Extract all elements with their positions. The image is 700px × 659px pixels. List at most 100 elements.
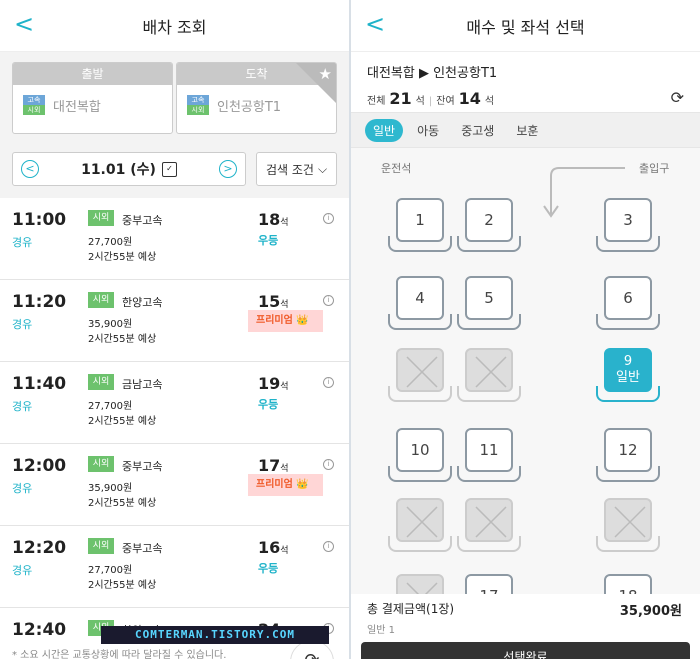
left-header: < 배차 조회 xyxy=(0,0,349,52)
bus-company: 중부고속 xyxy=(122,214,163,227)
seat[interactable]: 6 xyxy=(596,276,660,330)
date-row: < 11.01 (수) ✓ > 검색 조건 ⌵ xyxy=(12,152,337,186)
driver-seat-label: 운전석 xyxy=(381,162,412,175)
search-filter-button[interactable]: 검색 조건 ⌵ xyxy=(256,152,337,186)
depart-label: 출발 xyxy=(13,63,172,85)
info-icon[interactable]: i xyxy=(323,541,334,552)
info-icon[interactable]: i xyxy=(323,377,334,388)
seat-taken xyxy=(457,348,521,402)
bus-company: 중부고속 xyxy=(122,542,163,555)
passenger-tab[interactable]: 일반 xyxy=(365,118,404,142)
info-icon[interactable]: i xyxy=(323,295,334,306)
seat[interactable]: 2 xyxy=(457,198,521,252)
prev-date-icon[interactable]: < xyxy=(21,160,39,178)
payment-summary: 총 결제금액(1장) 일반 1 35,900원 xyxy=(351,594,700,636)
date-value[interactable]: 11.01 (수) ✓ xyxy=(81,159,177,179)
seat[interactable]: 4 xyxy=(388,276,452,330)
bus-company: 한양고속 xyxy=(122,296,163,309)
passenger-tab[interactable]: 보훈 xyxy=(508,119,546,142)
departure-time: 11:20 xyxy=(12,292,67,312)
date-selector: < 11.01 (수) ✓ > xyxy=(12,152,246,186)
premium-badge: 프리미엄 👑 xyxy=(248,474,323,496)
via-label: 경유 xyxy=(12,564,33,577)
duration: 2시간55분 예상 xyxy=(88,416,157,427)
route-info: 대전복합 ▶ 인천공항T1 전체 21 석 | 잔여 14 석 ⟳ xyxy=(351,52,700,112)
notice-text: * 소요 시간은 교통상황에 따라 달라질 수 있습니다. xyxy=(12,650,227,659)
confirm-button[interactable]: 선택완료 xyxy=(361,642,690,659)
grade-label: 우등 xyxy=(258,562,279,575)
arrive-place: 인천공항T1 xyxy=(217,99,282,115)
info-icon[interactable]: i xyxy=(323,213,334,224)
duration: 2시간55분 예상 xyxy=(88,334,157,345)
fare: 27,700원 xyxy=(88,237,133,248)
seat[interactable]: 10 xyxy=(388,428,452,482)
seat[interactable]: 5 xyxy=(457,276,521,330)
bus-type-badge: 시외 xyxy=(88,456,114,472)
bus-row[interactable]: 11:20 경유 시외 한양고속 35,900원 2시간55분 예상 15석 프리미엄 👑 i xyxy=(0,280,349,362)
back-icon[interactable]: < xyxy=(365,12,385,36)
grade-label: 우등 xyxy=(258,234,279,247)
duration: 2시간55분 예상 xyxy=(88,580,157,591)
bus-row[interactable]: 12:00 경유 시외 중부고속 35,900원 2시간55분 예상 17석 프리미엄 👑 i xyxy=(0,444,349,526)
passenger-tab[interactable]: 아동 xyxy=(409,119,447,142)
via-label: 경유 xyxy=(12,400,33,413)
bus-list-panel: < 배차 조회 출발 고속 시외 대전복합 도착 고속 시외 인천공항T1 ★ … xyxy=(0,0,349,659)
total-seat-count: 21 xyxy=(389,89,412,108)
bus-type-badge: 시외 xyxy=(88,538,114,554)
refresh-icon[interactable]: ⟳ xyxy=(671,88,684,107)
premium-badge: 프리미엄 👑 xyxy=(248,310,323,332)
bus-row[interactable]: 11:00 경유 시외 중부고속 27,700원 2시간55분 예상 18석우등 i xyxy=(0,198,349,280)
seat-taken xyxy=(388,498,452,552)
bus-type-badge: 시외 xyxy=(88,292,114,308)
bus-type-badge: 시외 xyxy=(88,374,114,390)
chevron-down-icon: ⌵ xyxy=(317,161,328,176)
departure-time: 12:40 xyxy=(12,620,67,640)
watermark: COMTERMAN.TISTORY.COM xyxy=(101,626,329,644)
page-title: 매수 및 좌석 선택 xyxy=(466,17,585,37)
back-icon[interactable]: < xyxy=(14,12,34,36)
passenger-tab[interactable]: 중고생 xyxy=(453,119,502,142)
terminal-type-icon: 고속 시외 xyxy=(23,95,45,115)
bus-company: 중부고속 xyxy=(122,460,163,473)
via-label: 경유 xyxy=(12,236,33,249)
seat[interactable]: 3 xyxy=(596,198,660,252)
next-date-icon[interactable]: > xyxy=(219,160,237,178)
seat-taken xyxy=(596,498,660,552)
remain-seat-count: 14 xyxy=(458,89,481,108)
remaining-seats: 18석 xyxy=(258,210,289,229)
seat[interactable]: 12 xyxy=(596,428,660,482)
seat[interactable]: 1 xyxy=(388,198,452,252)
fare: 35,900원 xyxy=(88,319,133,330)
depart-box[interactable]: 출발 고속 시외 대전복합 xyxy=(12,62,173,134)
total-amount: 35,900원 xyxy=(619,604,682,619)
remaining-seats: 17석 xyxy=(258,456,289,475)
star-icon[interactable]: ★ xyxy=(319,65,332,83)
seat-selected[interactable]: 9 일반 xyxy=(596,348,660,402)
seat-map: 운전석 출입구 1234569일반1011121718 xyxy=(351,148,700,628)
bus-row[interactable]: 12:20 경유 시외 중부고속 27,700원 2시간55분 예상 16석 우등 i xyxy=(0,526,349,608)
depart-place: 대전복합 xyxy=(53,99,101,115)
departure-time: 12:20 xyxy=(12,538,67,558)
page-title: 배차 조회 xyxy=(142,17,207,37)
bus-list: 11:00 경유 시외 중부고속 27,700원 2시간55분 예상 18석 우등 i 11:20… xyxy=(0,198,349,659)
fare: 35,900원 xyxy=(88,483,133,494)
calendar-icon: ✓ xyxy=(161,161,177,177)
bus-type-badge: 시외 xyxy=(88,210,114,226)
departure-time: 11:00 xyxy=(12,210,67,230)
seat-taken xyxy=(457,498,521,552)
entrance-label: 출입구 xyxy=(639,162,670,175)
departure-time: 12:00 xyxy=(12,456,67,476)
info-icon[interactable]: i xyxy=(323,459,334,470)
bus-row[interactable]: 11:40 경유 시외 금남고속 27,700원 2시간55분 예상 19석 우등 i xyxy=(0,362,349,444)
seat-taken xyxy=(388,348,452,402)
route-title: 대전복합 ▶ 인천공항T1 xyxy=(367,66,498,81)
duration: 2시간55분 예상 xyxy=(88,498,157,509)
passenger-tabs: 일반 아동 중고생 보훈 xyxy=(351,112,700,148)
seat[interactable]: 11 xyxy=(457,428,521,482)
remaining-seats: 16석 xyxy=(258,538,289,557)
terminal-type-icon: 고속 시외 xyxy=(187,95,209,115)
arrive-box[interactable]: 도착 고속 시외 인천공항T1 ★ xyxy=(176,62,337,134)
duration: 2시간55분 예상 xyxy=(88,252,157,263)
right-header: < 매수 및 좌석 선택 xyxy=(351,0,700,52)
departure-time: 11:40 xyxy=(12,374,67,394)
